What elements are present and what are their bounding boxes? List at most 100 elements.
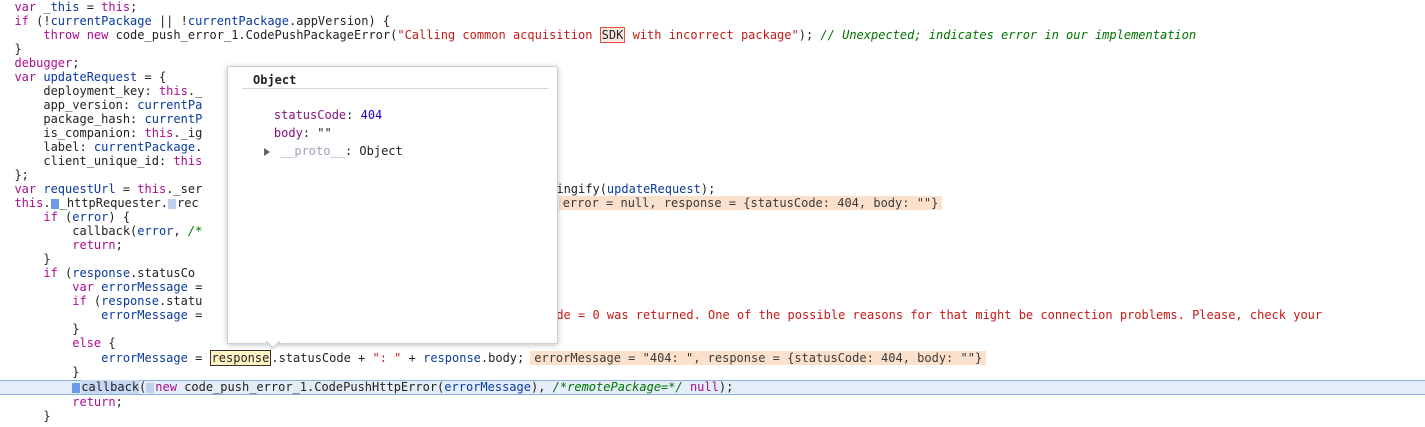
code-line[interactable]: } (0, 42, 1425, 56)
code-token: = (187, 280, 203, 294)
property-value: Object (359, 144, 403, 158)
code-editor[interactable]: var _this = this; if (!currentPackage ||… (0, 0, 1425, 427)
popover-title: Object (253, 73, 297, 87)
code-token: .body; (480, 351, 525, 365)
code-token: var (0, 280, 102, 294)
spellcheck-highlight: SDK (599, 27, 626, 43)
code-line[interactable]: var requestUrl = this._ser k?" + querySt… (0, 182, 1425, 196)
code-token: var (0, 182, 44, 196)
code-token: ) { (108, 210, 131, 224)
code-token: response (72, 266, 131, 280)
code-token: currentP (144, 112, 203, 126)
code-line[interactable]: if (error) { (0, 210, 1425, 224)
code-line[interactable]: app_version: currentPa (0, 98, 1425, 112)
inline-breakpoint-marker[interactable] (167, 198, 176, 209)
code-token: currentPackage (187, 14, 290, 28)
code-line[interactable]: throw new code_push_error_1.CodePushPack… (0, 27, 1425, 43)
code-token: ": " (372, 351, 402, 365)
hovered-token: response (209, 350, 272, 366)
code-line[interactable]: deployment_key: this._ (0, 84, 1425, 98)
property-proto[interactable]: __proto__: Object (245, 127, 403, 158)
code-token: this (0, 196, 44, 210)
code-line[interactable]: var _this = this; (0, 0, 1425, 14)
code-token: ; (115, 238, 123, 252)
code-token: ; (72, 56, 80, 70)
code-token: if (0, 210, 66, 224)
inline-breakpoint-marker[interactable] (146, 382, 155, 393)
code-token: errorMessage (101, 351, 188, 365)
code-token: /* (187, 224, 203, 238)
code-token: xhr.statusCode = 0 was returned. One of … (469, 308, 1323, 322)
code-line[interactable]: errorMessage = , xhr.statusCode = 0 was … (0, 308, 1425, 322)
code-token: } (0, 252, 51, 266)
code-line[interactable]: var updateRequest = { (0, 70, 1425, 84)
code-token: requestUrl (43, 182, 116, 196)
code-line[interactable]: else { (0, 336, 1425, 350)
code-token: error (137, 224, 174, 238)
property-body[interactable]: body: "" (245, 109, 332, 140)
code-line[interactable]: } (0, 252, 1425, 266)
code-line[interactable]: this._httpRequester.rec r, response) {er… (0, 196, 1425, 210)
code-token: ._ (187, 84, 203, 98)
code-token: || ! (151, 14, 188, 28)
code-token: errorMessage (101, 308, 188, 322)
code-token: ( (139, 380, 147, 394)
popover-arrow-fill (266, 340, 280, 347)
property-value: 404 (360, 108, 383, 122)
code-token: + (401, 351, 424, 365)
code-token: errorMessage (444, 380, 531, 394)
code-token: currentPa (137, 98, 203, 112)
code-token: var (0, 70, 44, 84)
code-token: , (173, 224, 188, 238)
code-token: /*remotePackage=*/ (552, 380, 690, 394)
code-token: response (423, 351, 481, 365)
code-token: ; (130, 0, 138, 14)
code-token: updateRequest (606, 182, 701, 196)
inline-breakpoint-marker[interactable] (72, 382, 81, 393)
code-token: this (144, 126, 174, 140)
code-token: currentPackage (50, 14, 152, 28)
code-line[interactable]: } (0, 322, 1425, 336)
code-line[interactable]: errorMessage = response .statusCode + ": … (0, 350, 1425, 366)
code-token: return (0, 238, 116, 252)
code-token: ; (115, 395, 123, 409)
code-line[interactable]: label: currentPackage. (0, 140, 1425, 154)
code-line[interactable]: client_unique_id: this (0, 154, 1425, 168)
code-line[interactable]: } (0, 409, 1425, 423)
property-statuscode[interactable]: statusCode: 404 (245, 91, 382, 122)
code-token: = (79, 0, 102, 14)
code-token: ); (700, 182, 716, 196)
code-token: throw new (0, 28, 116, 42)
code-line[interactable]: var errorMessage = (0, 280, 1425, 294)
selected-token: callback (81, 380, 140, 394)
code-line[interactable]: if (response.statusCo ody: ""} (0, 266, 1425, 280)
code-line[interactable]: debugger; (0, 56, 1425, 70)
property-key: __proto__ (279, 144, 345, 158)
code-token: this (101, 0, 131, 14)
current-execution-line[interactable]: callback(new code_push_error_1.CodePushH… (0, 380, 1425, 395)
code-token: is_companion: (0, 126, 145, 140)
code-line[interactable]: callback(error, /* (0, 224, 1425, 238)
code-token: .appVersion) { (289, 14, 391, 28)
code-token: client_unique_id: (0, 154, 174, 168)
code-line[interactable]: package_hash: currentP (0, 112, 1425, 126)
code-line[interactable]: } (0, 365, 1425, 379)
code-token: updateRequest (43, 70, 138, 84)
code-line[interactable]: return; (0, 395, 1425, 409)
code-token: . (43, 196, 51, 210)
inline-breakpoint-marker[interactable] (50, 198, 59, 209)
code-line[interactable]: is_companion: this._ig (0, 126, 1425, 140)
code-line[interactable]: }; (0, 168, 1425, 182)
code-line[interactable]: if (response.statu body: ""} (0, 294, 1425, 308)
code-token: return (0, 395, 116, 409)
code-token: ); (718, 380, 734, 394)
code-token: . (195, 140, 203, 154)
expand-triangle-icon[interactable] (263, 147, 270, 156)
code-token: with incorrect package" (625, 28, 799, 42)
code-token: debugger (0, 56, 73, 70)
code-token: ), (530, 380, 553, 394)
code-line[interactable]: if (!currentPackage || !currentPackage.a… (0, 14, 1425, 28)
code-token: } (0, 42, 22, 56)
code-line[interactable]: return; (0, 238, 1425, 252)
